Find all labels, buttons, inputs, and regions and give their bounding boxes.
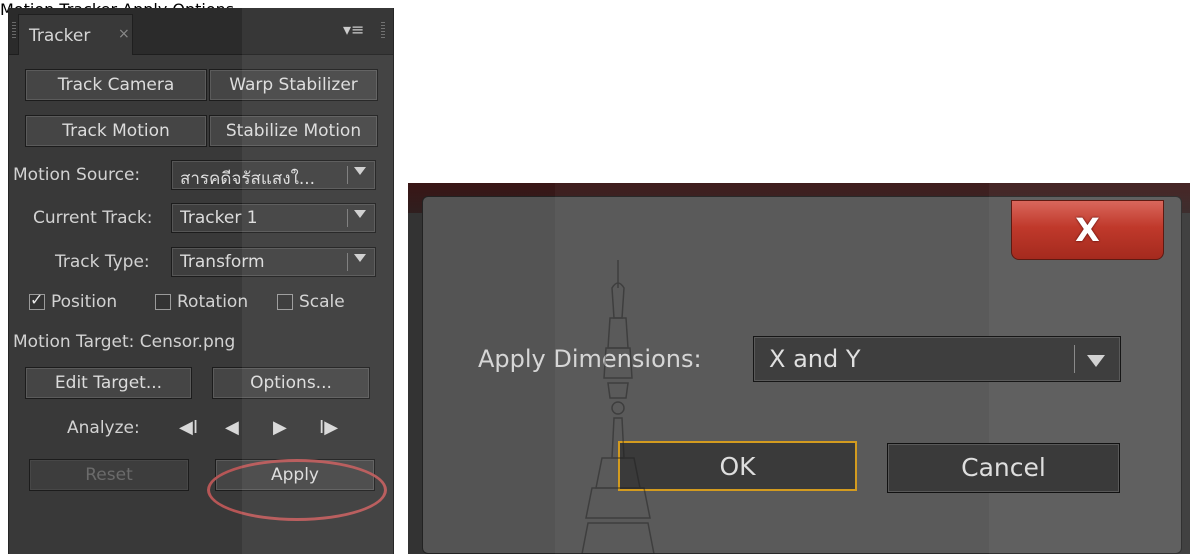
tab-close-icon[interactable]: × <box>118 26 130 42</box>
edit-target-button[interactable]: Edit Target... <box>25 367 192 399</box>
tab-tracker-label: Tracker <box>29 26 91 46</box>
checkmark-icon: ✓ <box>30 290 44 309</box>
analyze-label: Analyze: <box>67 418 140 438</box>
chevron-down-icon <box>1087 355 1105 367</box>
close-icon: X <box>1075 211 1100 249</box>
tracker-panel: Tracker × ▾≡ Track Camera Warp Stabilize… <box>8 8 394 554</box>
analyze-backward-icon[interactable]: ◀ <box>225 417 239 438</box>
close-button[interactable]: X <box>1011 200 1164 260</box>
motion-target-text: Motion Target: Censor.png <box>13 332 236 352</box>
position-checkbox[interactable]: ✓ <box>29 290 45 310</box>
current-track-label: Current Track: <box>33 208 153 228</box>
dropdown-separator <box>1074 345 1075 373</box>
panel-grip-icon[interactable] <box>12 22 16 40</box>
analyze-step-backward-icon[interactable]: ◀I <box>179 417 198 438</box>
apply-dimensions-dropdown[interactable]: X and Y <box>753 336 1121 382</box>
track-camera-button[interactable]: Track Camera <box>25 69 207 101</box>
overlay-stripe <box>242 8 393 554</box>
apply-dimensions-value: X and Y <box>769 345 861 373</box>
pagoda-watermark-icon <box>581 260 655 554</box>
cancel-button[interactable]: Cancel <box>887 443 1120 493</box>
position-checkbox-label[interactable]: Position <box>51 292 117 312</box>
tab-tracker[interactable]: Tracker × <box>18 14 133 55</box>
track-motion-button[interactable]: Track Motion <box>25 115 207 147</box>
rotation-checkbox-label[interactable]: Rotation <box>177 292 248 312</box>
rotation-checkbox[interactable] <box>155 294 171 310</box>
motion-source-label: Motion Source: <box>13 165 141 185</box>
track-type-label: Track Type: <box>55 252 150 272</box>
reset-button[interactable]: Reset <box>29 459 189 491</box>
